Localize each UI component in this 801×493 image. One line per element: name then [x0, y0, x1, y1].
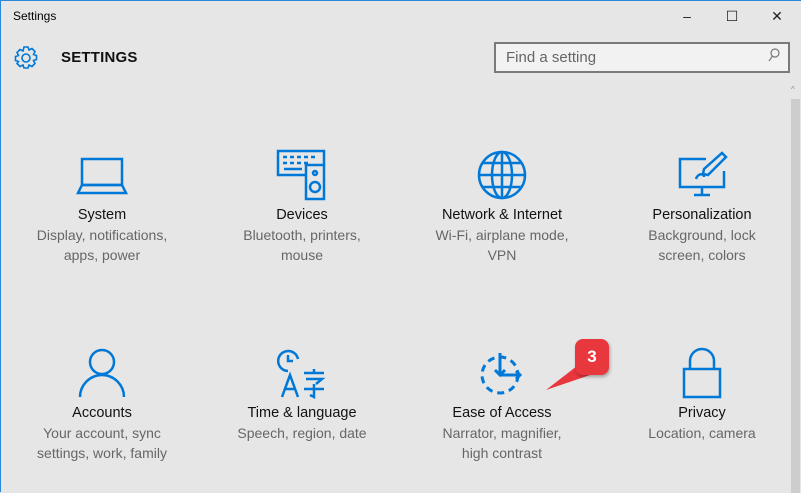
tile-description: Your account, sync settings, work, family — [2, 423, 202, 463]
desc-line: Bluetooth, printers, — [243, 227, 361, 243]
person-icon — [78, 348, 126, 398]
tile-system[interactable]: System Display, notifications, apps, powe… — [2, 149, 202, 265]
tile-label: Time & language — [247, 405, 357, 421]
tile-description: Wi-Fi, airplane mode, VPN — [402, 225, 602, 265]
tile-label: Network & Internet — [441, 207, 563, 223]
laptop-icon — [76, 157, 128, 195]
tile-personalization[interactable]: Personalization Background, lock screen, … — [602, 149, 801, 265]
desc-line: Background, lock — [648, 227, 756, 243]
desc-line: Your account, sync — [43, 425, 161, 441]
window-title: Settings — [13, 9, 57, 23]
desc-line: settings, work, family — [37, 445, 167, 461]
tile-privacy[interactable]: Privacy Location, camera — [602, 347, 801, 443]
tile-label: Privacy — [678, 405, 726, 421]
tile-description: Bluetooth, printers, mouse — [202, 225, 402, 265]
tile-label: Accounts — [72, 405, 132, 421]
tile-time-language[interactable]: Time & language Speech, region, date — [202, 347, 402, 443]
minimize-button[interactable]: – — [672, 5, 702, 27]
tile-accounts[interactable]: Accounts Your account, sync settings, wor… — [2, 347, 202, 463]
time-language-icon — [276, 349, 326, 399]
close-button[interactable]: ✕ — [762, 5, 792, 27]
lock-icon — [682, 347, 722, 399]
globe-icon — [477, 150, 527, 200]
tile-devices[interactable]: Devices Bluetooth, printers, mouse — [202, 149, 402, 265]
desc-line: mouse — [280, 247, 324, 263]
desc-line: Speech, region, date — [237, 425, 367, 441]
desc-line: VPN — [487, 247, 517, 263]
search-box[interactable] — [494, 42, 790, 73]
maximize-button[interactable]: ☐ — [717, 5, 747, 27]
tile-label: Personalization — [652, 207, 752, 223]
tile-label: Devices — [276, 207, 328, 223]
tile-label: System — [77, 207, 127, 223]
scroll-up-icon[interactable]: ^ — [791, 85, 795, 94]
step-badge: 3 — [575, 339, 609, 375]
desc-line: high contrast — [461, 445, 543, 461]
search-icon[interactable] — [768, 48, 780, 67]
desc-line: screen, colors — [658, 247, 746, 263]
desc-line: Display, notifications, — [36, 227, 168, 243]
paint-icon — [678, 151, 728, 197]
desc-line: apps, power — [63, 247, 141, 263]
tile-label: Ease of Access — [452, 405, 552, 421]
gear-icon — [13, 45, 39, 76]
desc-line: Location, camera — [648, 425, 756, 441]
ease-of-access-icon — [480, 353, 523, 395]
tile-description: Display, notifications, apps, power — [2, 225, 202, 265]
tile-description: Narrator, magnifier, high contrast — [402, 423, 602, 463]
search-input[interactable] — [506, 49, 768, 66]
desc-line: Narrator, magnifier, — [442, 425, 562, 441]
page-title: SETTINGS — [61, 49, 138, 66]
desc-line: Wi-Fi, airplane mode, — [435, 227, 569, 243]
tile-description: Location, camera — [602, 423, 801, 443]
tile-network[interactable]: Network & Internet Wi-Fi, airplane mode,… — [402, 149, 602, 265]
devices-icon — [276, 149, 326, 201]
tile-description: Background, lock screen, colors — [602, 225, 801, 265]
tile-description: Speech, region, date — [202, 423, 402, 443]
